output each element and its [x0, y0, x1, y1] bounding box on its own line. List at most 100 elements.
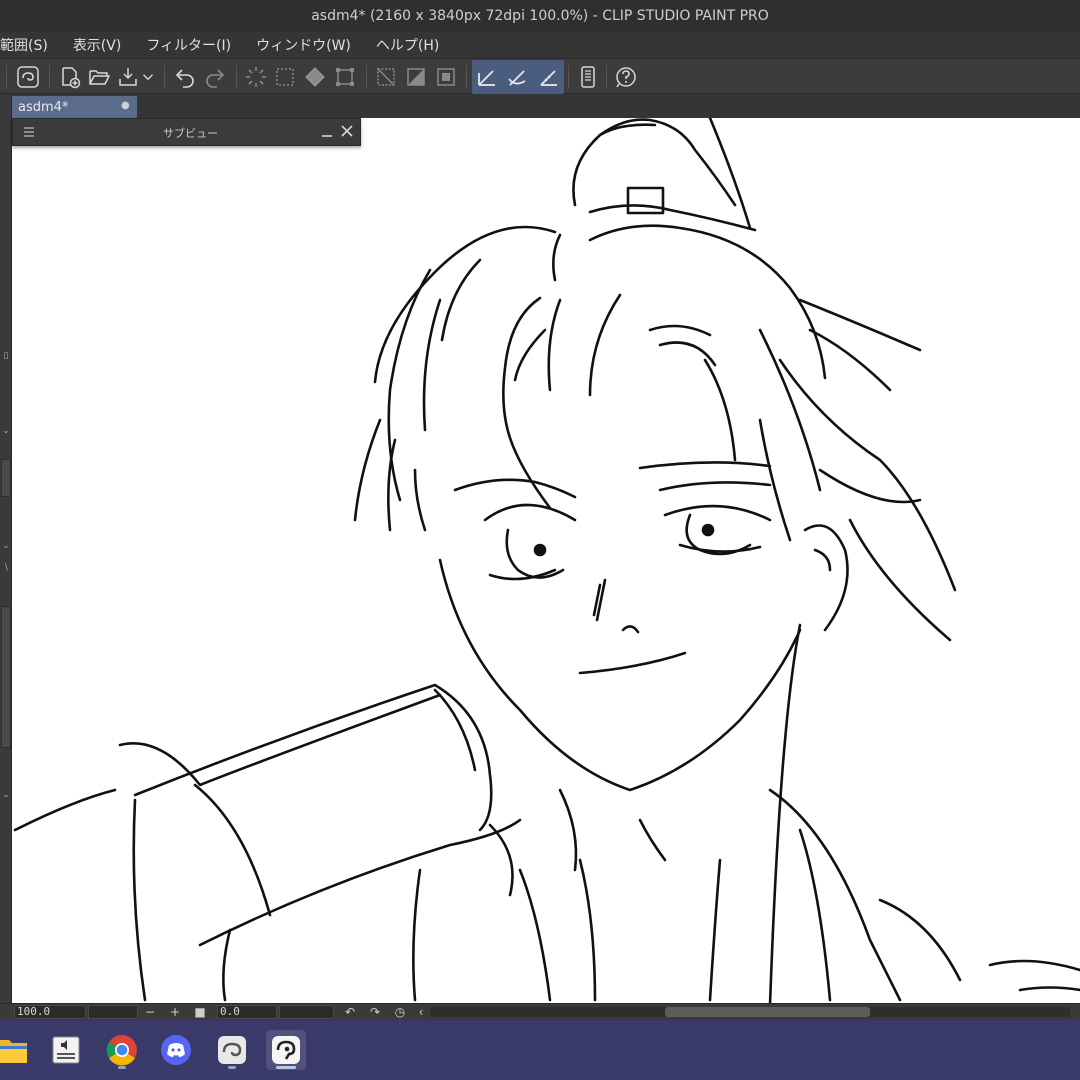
document-tab[interactable]: asdm4* ● [12, 96, 137, 118]
clear-button[interactable] [241, 62, 271, 92]
zoom-in-icon[interactable]: + [168, 1005, 182, 1019]
menu-filter[interactable]: フィルター(I) [146, 35, 231, 55]
undo-icon [175, 69, 194, 88]
menu-selection[interactable]: 範囲(S) [0, 35, 48, 55]
export-icon [119, 68, 137, 86]
title-bar: asdm4* (2160 x 3840px 72dpi 100.0%) - CL… [0, 0, 1080, 32]
menu-help[interactable]: ヘルプ(H) [376, 35, 439, 55]
scrollbar-thumb[interactable] [665, 1007, 870, 1017]
smartphone-button[interactable] [573, 62, 603, 92]
window-title: asdm4* (2160 x 3840px 72dpi 100.0%) - CL… [311, 8, 769, 24]
toolbar-separator [466, 65, 467, 89]
help-button[interactable] [611, 62, 641, 92]
hatch-button[interactable] [371, 62, 401, 92]
discord-icon [161, 1035, 191, 1065]
chevron-down-icon[interactable]: ⌄ [0, 424, 12, 438]
chevron-down-icon[interactable]: ⌄ [0, 539, 12, 553]
taskbar-file-explorer[interactable] [0, 1030, 32, 1070]
open-folder-icon [89, 70, 111, 85]
new-canvas-button[interactable] [55, 62, 85, 92]
menu-window[interactable]: ウィンドウ(W) [256, 35, 351, 55]
pattern-icon [407, 68, 425, 86]
angle-slider[interactable] [279, 1005, 334, 1019]
hatch-icon [377, 68, 395, 86]
clip-studio-icon [17, 66, 39, 88]
clip-studio-paint-icon [272, 1036, 300, 1064]
running-indicator [118, 1066, 126, 1069]
transform-button[interactable] [330, 62, 360, 92]
taskbar-chrome[interactable] [102, 1030, 142, 1070]
toolbar-separator [606, 65, 607, 89]
undo-button[interactable] [170, 62, 200, 92]
unsaved-dot-icon[interactable]: ● [121, 101, 131, 111]
toolbar-separator [164, 65, 165, 89]
open-button[interactable] [84, 62, 114, 92]
drawing-canvas[interactable] [12, 118, 1080, 1003]
taskbar-discord[interactable] [156, 1030, 196, 1070]
status-bar: 100.0 − + ■ 0.0 ↶ ↷ ◷ ‹ [0, 1003, 1080, 1020]
taskbar-audio-app[interactable] [46, 1030, 86, 1070]
transform-icon [336, 68, 354, 86]
chevron-down-icon[interactable]: ⌄ [0, 788, 12, 802]
windows-taskbar [0, 1020, 1080, 1080]
toolbar-separator [366, 65, 367, 89]
left-palette-strip: ▯ ⌄ ⌄ ∖ ⌄ [0, 94, 12, 1006]
angle-field[interactable]: 0.0 [217, 1005, 277, 1019]
horizontal-scrollbar[interactable] [430, 1007, 1070, 1017]
ruler-pen-button[interactable] [472, 62, 502, 92]
line-art-sketch [13, 118, 1080, 1003]
reset-rotation-icon[interactable]: ◷ [393, 1005, 407, 1019]
new-canvas-icon [62, 67, 81, 89]
ruler-pen-icon [478, 70, 495, 86]
ruler-settings-button[interactable] [534, 62, 564, 92]
chevron-down-icon [143, 74, 153, 81]
pattern-button[interactable] [401, 62, 431, 92]
palette-handle[interactable] [1, 459, 11, 497]
toolbar-separator [568, 65, 569, 89]
zoom-out-icon[interactable]: − [143, 1005, 157, 1019]
ruler-settings-icon [540, 70, 557, 86]
select-all-button[interactable] [270, 62, 300, 92]
clip-studio-button[interactable] [13, 62, 43, 92]
redo-icon [206, 69, 225, 88]
running-indicator [228, 1066, 236, 1069]
toolbar-separator [49, 65, 50, 89]
clip-studio-window: asdm4* (2160 x 3840px 72dpi 100.0%) - CL… [0, 0, 1080, 1080]
snap-button[interactable] [503, 62, 533, 92]
hamburger-menu-icon[interactable] [23, 126, 35, 138]
document-tab-label: asdm4* [18, 99, 69, 115]
clip-studio-icon [218, 1036, 246, 1064]
fill-button[interactable] [300, 62, 330, 92]
zoom-slider[interactable] [88, 1005, 138, 1019]
border-icon [437, 68, 455, 86]
minimize-icon[interactable] [320, 122, 334, 140]
close-icon[interactable] [339, 123, 355, 139]
taskbar-clip-studio[interactable] [212, 1030, 252, 1070]
redo-button[interactable] [200, 62, 230, 92]
chevron-left-icon[interactable]: ‹ [414, 1005, 428, 1019]
tool-icon[interactable]: ∖ [0, 561, 12, 575]
toolbar-grip [6, 65, 7, 89]
smartphone-icon [581, 66, 595, 88]
subview-palette[interactable]: サブビュー [12, 118, 361, 146]
zoom-field[interactable]: 100.0 [14, 1005, 86, 1019]
fill-icon [305, 67, 325, 87]
help-icon [616, 67, 636, 88]
palette-scrollbar[interactable] [1, 606, 11, 748]
stop-icon[interactable]: ■ [193, 1005, 207, 1019]
taskbar-clip-studio-paint[interactable] [266, 1030, 306, 1070]
snap-icon [508, 70, 526, 86]
command-bar [0, 58, 1080, 94]
file-explorer-icon [0, 1040, 27, 1063]
rotate-left-icon[interactable]: ↶ [343, 1005, 357, 1019]
export-dropdown-button[interactable] [139, 62, 157, 92]
document-tab-bar: asdm4* ● [12, 94, 1080, 118]
trash-icon[interactable]: ▯ [0, 349, 12, 363]
loading-spinner-icon [246, 67, 266, 87]
chrome-icon [106, 1035, 137, 1066]
active-indicator [276, 1066, 296, 1069]
rotate-right-icon[interactable]: ↷ [368, 1005, 382, 1019]
menu-view[interactable]: 表示(V) [73, 35, 122, 55]
border-button[interactable] [431, 62, 461, 92]
menu-bar: 範囲(S) 表示(V) フィルター(I) ウィンドウ(W) ヘルプ(H) [0, 32, 1080, 58]
